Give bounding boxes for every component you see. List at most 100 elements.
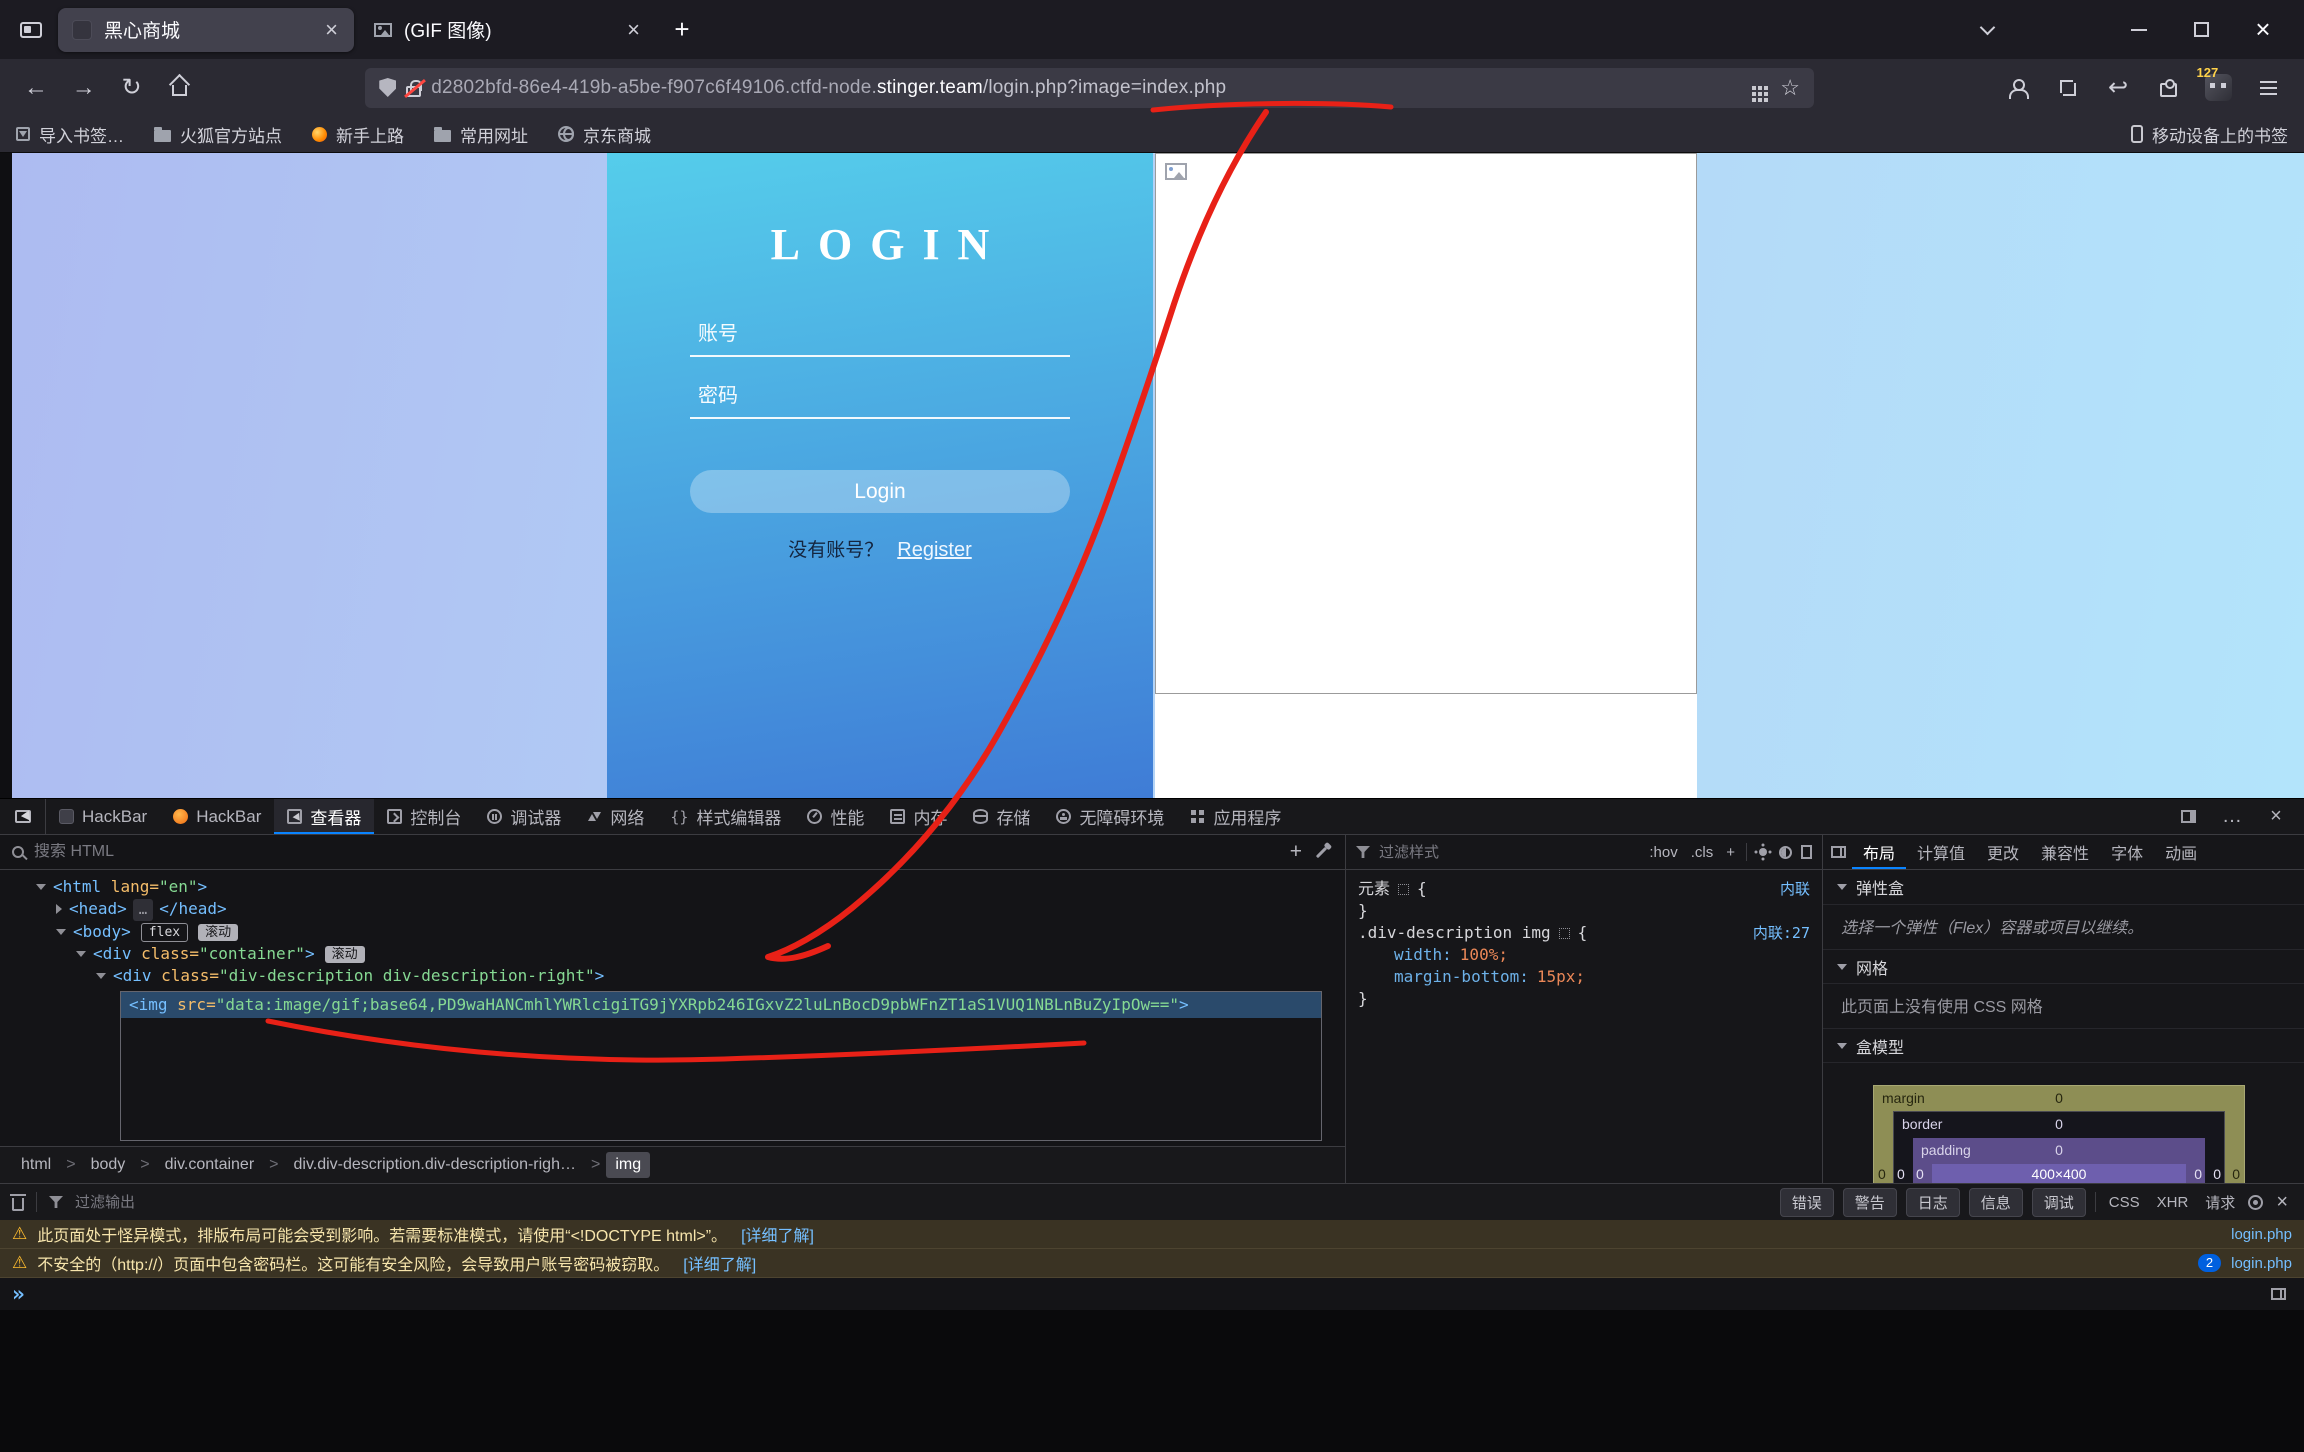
tab2-close-icon[interactable]: × [625,19,642,41]
dark-scheme-icon[interactable] [1779,846,1792,859]
declaration-width[interactable]: width:100%; [1346,944,1822,966]
learn-more-link[interactable]: [详细了解] [683,1251,756,1275]
tab-fonts[interactable]: 字体 [2100,835,2154,869]
expand-arrow-icon[interactable] [76,951,86,957]
password-input[interactable] [690,375,1070,419]
bookmark-firefox-official[interactable]: 火狐官方站点 [154,122,282,147]
search-html-input[interactable] [34,843,1272,861]
tree-node-body[interactable]: <body>flex滚动 [0,921,1345,943]
add-node-button[interactable]: + [1282,840,1310,864]
filter-requests-button[interactable]: 请求 [2201,1192,2239,1213]
pick-element-button[interactable] [0,799,46,834]
dock-side-button[interactable] [2168,799,2208,834]
devtools-tab-application[interactable]: 应用程序 [1177,799,1294,834]
rule-element[interactable]: 元素{内联 [1346,878,1822,900]
filter-info-button[interactable]: 信息 [1969,1188,2023,1217]
console-warning-quirks-mode[interactable]: ⚠ 此页面处于怪异模式，排版布局可能会受到影响。若需要标准模式，请使用“<!DO… [0,1220,2304,1249]
rule-div-description-img[interactable]: .div-description img{内联:27 [1346,922,1822,944]
clear-console-icon[interactable] [12,1198,24,1211]
margin-right-value[interactable]: 0 [2232,1166,2240,1182]
filter-css-button[interactable]: CSS [2105,1194,2144,1211]
print-media-icon[interactable] [1801,845,1812,859]
tab-compatibility[interactable]: 兼容性 [2030,835,2100,869]
console-warning-insecure-password[interactable]: ⚠ 不安全的（http://）页面中包含密码栏。这可能有安全风险，会导致用户账号… [0,1249,2304,1278]
devtools-tab-performance[interactable]: 性能 [794,799,877,834]
flexbox-section-header[interactable]: 弹性盒 [1823,870,2304,905]
undo-history-button[interactable]: ↩ [2096,66,2140,110]
tree-node-img-selected[interactable]: <img src="data:image/gif;base64,PD9waHAN… [121,992,1321,1018]
padding-top-value[interactable]: 0 [2055,1142,2063,1158]
collapse-arrow-icon[interactable] [56,904,62,914]
devtools-tab-accessibility[interactable]: 无障碍环境 [1043,799,1177,834]
list-all-tabs-button[interactable] [1956,8,2018,52]
devtools-tab-hackbar1[interactable]: HackBar [46,799,160,834]
devtools-tab-network[interactable]: 网络 [574,799,657,834]
username-input[interactable] [690,313,1070,357]
minimize-button[interactable] [2108,8,2170,52]
maximize-button[interactable] [2170,8,2232,52]
breadcrumb-container[interactable]: div.container [156,1152,264,1178]
mobile-bookmarks[interactable]: 移动设备上的书签 [2131,122,2288,147]
eyedropper-icon[interactable] [1316,846,1327,857]
devtools-tab-inspector[interactable]: 查看器 [274,799,374,834]
new-tab-button[interactable]: + [662,10,702,50]
tree-node-description-div[interactable]: <div class="div-description div-descript… [0,965,1345,987]
devtools-tab-debugger[interactable]: 调试器 [474,799,574,834]
devtools-tab-console[interactable]: 控制台 [374,799,474,834]
padding-right-value[interactable]: 0 [2194,1166,2202,1182]
home-button[interactable] [157,66,201,110]
tab-layout[interactable]: 布局 [1852,835,1906,869]
split-console-sidebar-icon[interactable] [2271,1288,2286,1300]
flex-badge[interactable]: flex [141,923,188,942]
insecure-lock-icon[interactable] [406,86,421,97]
declaration-margin-bottom[interactable]: margin-bottom:15px; [1346,966,1822,988]
tree-node-head[interactable]: <head>…</head> [0,898,1345,921]
app-menu-button[interactable] [2246,66,2290,110]
expand-arrow-icon[interactable] [96,973,106,979]
collapsed-ellipsis[interactable]: … [133,899,153,921]
console-settings-gear-icon[interactable] [2248,1195,2263,1210]
console-close-icon[interactable]: × [2272,1191,2292,1214]
extension-addon-button[interactable]: 127 [2196,66,2240,110]
register-link[interactable]: Register [897,539,971,561]
source-link[interactable]: login.php [2231,1255,2292,1272]
login-button[interactable]: Login [690,470,1070,513]
bookmark-getting-started[interactable]: 新手上路 [312,122,404,147]
devtools-tab-hackbar2[interactable]: HackBar [160,799,274,834]
breadcrumb-description-div[interactable]: div.div-description.div-description-righ… [285,1152,585,1178]
console-input-row[interactable]: » [0,1278,2304,1310]
devtools-tab-memory[interactable]: 内存 [877,799,960,834]
url-bar[interactable]: d2802bfd-86e4-419b-a5be-f907c6f49106.ctf… [365,68,1814,108]
margin-left-value[interactable]: 0 [1878,1166,1886,1182]
tab-computed[interactable]: 计算值 [1906,835,1976,869]
bookmark-star-icon[interactable]: ☆ [1780,75,1800,101]
highlight-selector-icon[interactable] [1559,928,1570,939]
expand-arrow-icon[interactable] [36,884,46,890]
devtools-menu-button[interactable]: … [2212,799,2252,834]
learn-more-link[interactable]: [详细了解] [741,1222,814,1246]
border-left-value[interactable]: 0 [1897,1166,1905,1182]
forward-button[interactable]: → [62,66,106,110]
scroll-badge[interactable]: 滚动 [198,924,238,941]
bookmark-jd-mall[interactable]: 京东商城 [558,122,651,147]
bookmark-common-sites[interactable]: 常用网址 [434,122,528,147]
breadcrumb-img-selected[interactable]: img [606,1152,650,1178]
devtools-tab-style-editor[interactable]: {}样式编辑器 [657,799,794,834]
rule-source-link[interactable]: 内联 [1780,878,1810,900]
tab-active[interactable]: 黑心商城 × [58,8,354,52]
tab-changes[interactable]: 更改 [1976,835,2030,869]
tab-animations[interactable]: 动画 [2154,835,2208,869]
border-right-value[interactable]: 0 [2213,1166,2221,1182]
extensions-button[interactable] [2146,66,2190,110]
rule-source-link[interactable]: 内联:27 [1753,922,1810,944]
reload-button[interactable]: ↻ [110,66,154,110]
window-close-button[interactable]: × [2232,8,2294,52]
add-rule-button[interactable]: + [1724,844,1737,861]
devtools-tab-storage[interactable]: 存储 [960,799,1043,834]
filter-xhr-button[interactable]: XHR [2153,1194,2193,1211]
breadcrumb-html[interactable]: html [12,1152,60,1178]
filter-output-input[interactable] [75,1194,415,1211]
boxmodel-section-header[interactable]: 盒模型 [1823,1028,2304,1063]
bookmark-import[interactable]: 导入书签… [16,122,124,147]
border-top-value[interactable]: 0 [2055,1116,2063,1132]
